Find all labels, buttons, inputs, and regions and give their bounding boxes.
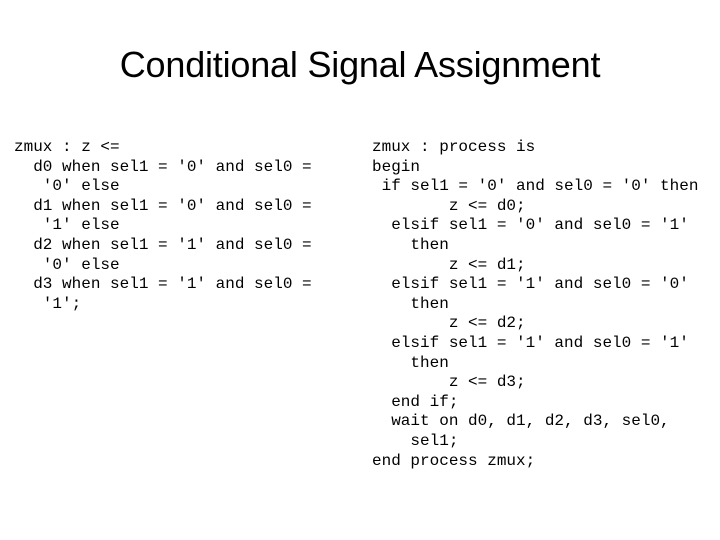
conditional-signal-assignment-code-line: d3 when sel1 = '1' and sel0 = xyxy=(14,275,312,294)
conditional-signal-assignment-code-line: '1' else xyxy=(14,216,120,235)
equivalent-process-code-line: end if; xyxy=(372,392,459,411)
equivalent-process-code-line: zmux : process is xyxy=(372,138,536,156)
conditional-signal-assignment-code-line: zmux : z <= xyxy=(14,138,120,156)
equivalent-process-code-line: then xyxy=(372,235,449,254)
equivalent-process-code-line: begin xyxy=(372,157,421,176)
equivalent-process-code-line: z <= d1; xyxy=(372,255,526,274)
equivalent-process-code-line: sel1; xyxy=(372,431,459,450)
equivalent-process-code-line: z <= d2; xyxy=(372,314,526,333)
equivalent-process-code-line: z <= d3; xyxy=(372,373,526,392)
conditional-signal-assignment-code-line: '0' else xyxy=(14,177,120,196)
conditional-signal-assignment-code-block: zmux : z <= d0 when sel1 = '0' and sel0 … xyxy=(14,138,354,314)
equivalent-process-code-line: wait on d0, d1, d2, d3, sel0, xyxy=(372,412,670,431)
conditional-signal-assignment-code-line: '0' else xyxy=(14,255,120,274)
conditional-signal-assignment-code-line: '1'; xyxy=(14,294,82,313)
equivalent-process-code-line: end process zmux; xyxy=(372,451,536,470)
conditional-signal-assignment-code-line: d2 when sel1 = '1' and sel0 = xyxy=(14,235,312,254)
equivalent-process-code-line: elsif sel1 = '1' and sel0 = '1' xyxy=(372,333,689,352)
page-title: Conditional Signal Assignment xyxy=(119,44,601,85)
slide-canvas: Conditional Signal Assignment zmux : z <… xyxy=(0,0,720,540)
equivalent-process-code-line: if sel1 = '0' and sel0 = '0' then xyxy=(372,177,699,196)
equivalent-process-code-line: then xyxy=(372,353,449,372)
equivalent-process-code-line: elsif sel1 = '1' and sel0 = '0' xyxy=(372,275,689,294)
equivalent-process-code-line: z <= d0; xyxy=(372,196,526,215)
conditional-signal-assignment-code-line: d1 when sel1 = '0' and sel0 = xyxy=(14,196,312,215)
conditional-signal-assignment-code-line: d0 when sel1 = '0' and sel0 = xyxy=(14,157,312,176)
equivalent-process-code-line: elsif sel1 = '0' and sel0 = '1' xyxy=(372,216,689,235)
equivalent-process-code-block: zmux : process is begin if sel1 = '0' and… xyxy=(372,138,712,471)
equivalent-process-code-line: then xyxy=(372,294,449,313)
